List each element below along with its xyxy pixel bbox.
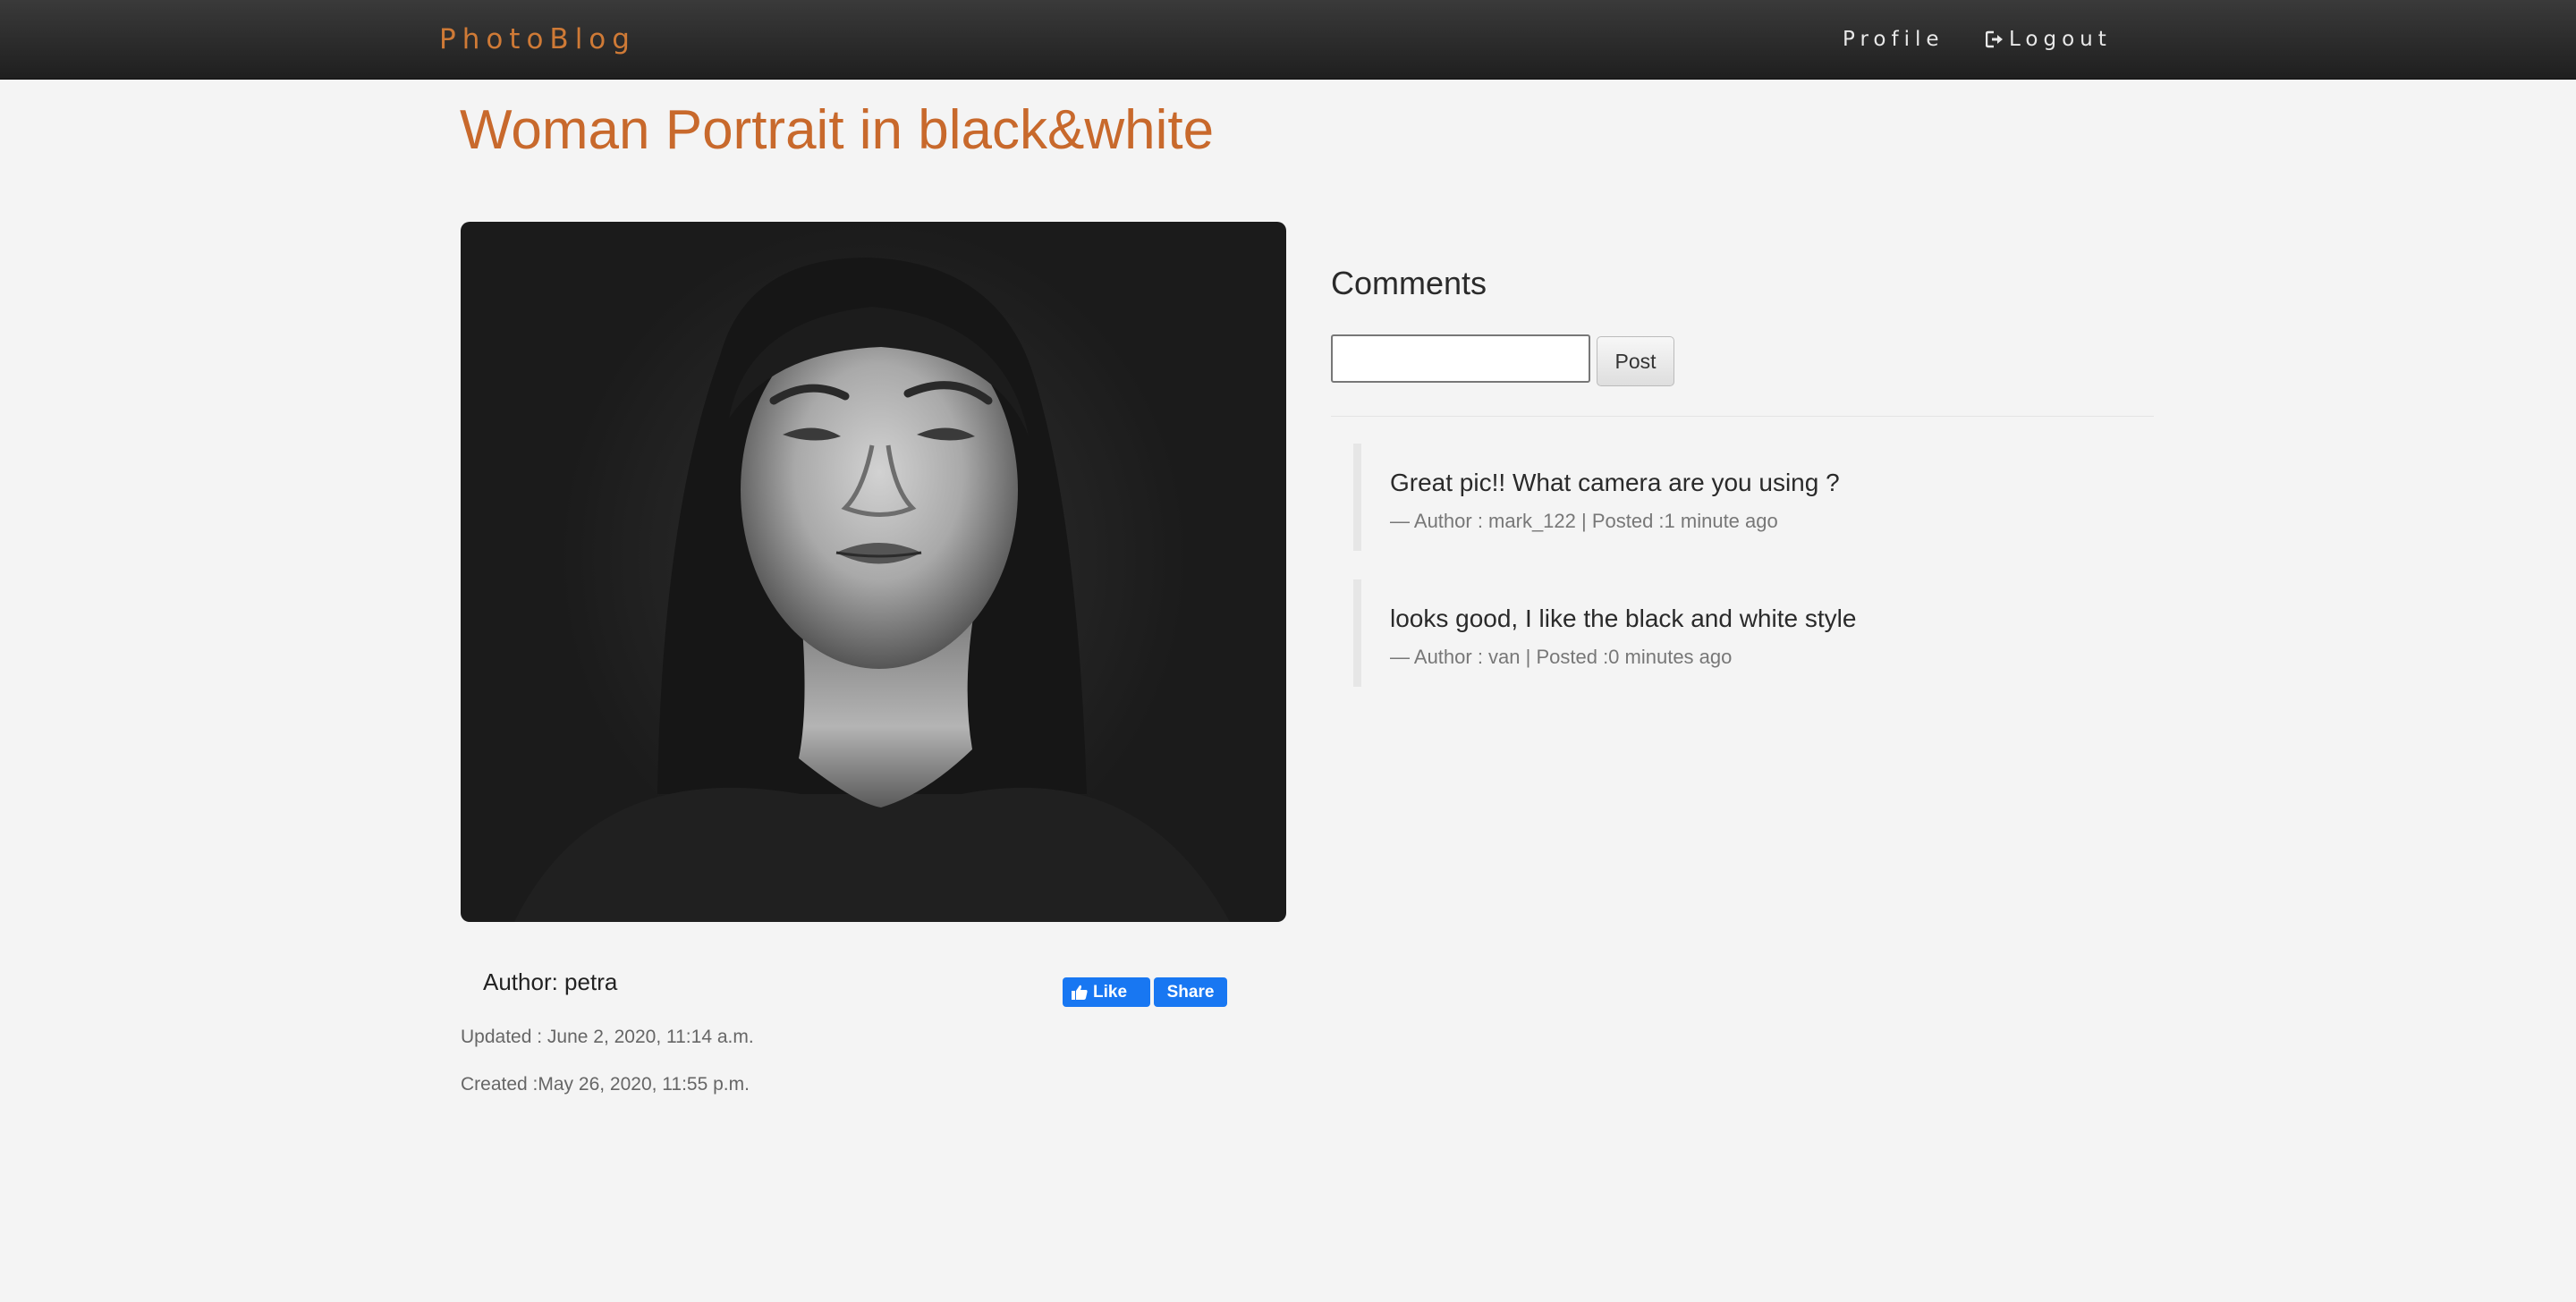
- nav-logout-link[interactable]: Logout: [1986, 28, 2112, 51]
- comment-item: looks good, I like the black and white s…: [1353, 579, 2140, 687]
- facebook-share-button[interactable]: Share: [1154, 977, 1227, 1007]
- post-photo: [461, 222, 1286, 922]
- post-title: Woman Portrait in black&white: [460, 99, 1215, 161]
- facebook-like-button[interactable]: Like: [1063, 977, 1150, 1007]
- nav-logout-label: Logout: [2009, 28, 2112, 51]
- facebook-like-label: Like: [1093, 982, 1128, 1002]
- comment-input[interactable]: [1331, 334, 1590, 383]
- nav-profile-link[interactable]: Profile: [1843, 28, 1945, 51]
- thumbs-up-icon: [1072, 985, 1088, 1000]
- comment-item: Great pic!! What camera are you using ? …: [1353, 444, 2140, 551]
- comments-heading: Comments: [1331, 265, 1487, 301]
- facebook-buttons: Like Share: [1063, 977, 1227, 1007]
- post-updated-date: Updated : June 2, 2020, 11:14 a.m.: [461, 1027, 754, 1047]
- post-comment-button[interactable]: Post: [1597, 336, 1674, 386]
- top-navbar: PhotoBlog Profile Logout: [0, 0, 2576, 80]
- brand-logo-link[interactable]: PhotoBlog: [439, 23, 636, 55]
- comment-meta: — Author : van | Posted :0 minutes ago: [1390, 646, 1733, 668]
- post-author: Author: petra: [483, 968, 618, 995]
- post-created-date: Created :May 26, 2020, 11:55 p.m.: [461, 1074, 750, 1095]
- comment-text: looks good, I like the black and white s…: [1390, 604, 1857, 632]
- sign-out-icon: [1986, 30, 2003, 48]
- comments-divider: [1331, 416, 2154, 417]
- comment-text: Great pic!! What camera are you using ?: [1390, 469, 1840, 496]
- comment-meta: — Author : mark_122 | Posted :1 minute a…: [1390, 510, 1778, 532]
